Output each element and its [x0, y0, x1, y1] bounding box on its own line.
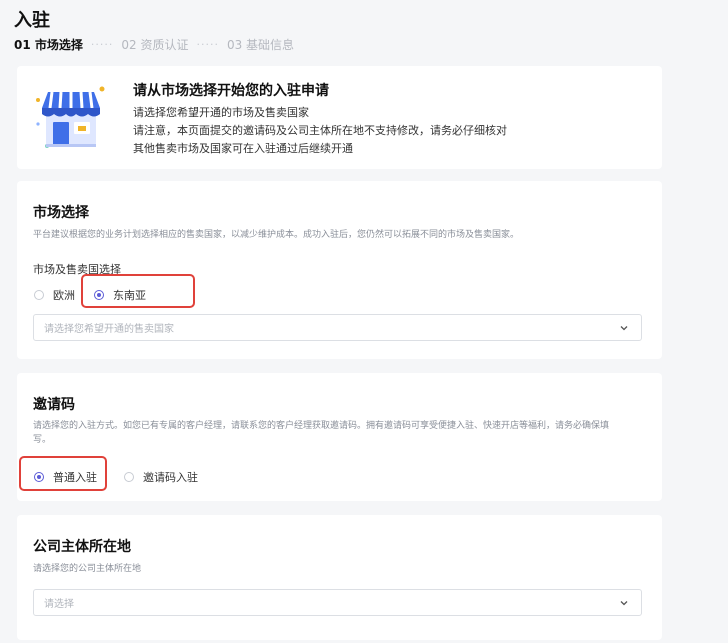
radio-europe[interactable]: 欧洲 — [34, 287, 75, 303]
invite-section-title: 邀请码 — [33, 397, 75, 413]
intro-line: 请选择您希望开通的市场及售卖国家 — [133, 106, 309, 119]
country-select-placeholder: 请选择您希望开通的售卖国家 — [44, 324, 174, 335]
company-section-title: 公司主体所在地 — [33, 539, 131, 555]
company-location-select[interactable]: 请选择 — [33, 589, 642, 616]
market-selection-card: 市场选择 平台建议根据您的业务计划选择相应的售卖国家，以减少维护成本。成功入驻后… — [17, 181, 662, 359]
highlight-box — [81, 274, 195, 308]
market-section-desc: 平台建议根据您的业务计划选择相应的售卖国家，以减少维护成本。成功入驻后，您仍然可… — [33, 230, 520, 240]
radio-invite-entry[interactable]: 邀请码入驻 — [124, 469, 198, 485]
invite-code-card: 邀请码 请选择您的入驻方式。如您已有专属的客户经理，请联系您的客户经理获取邀请码… — [17, 373, 662, 501]
intro-line: 其他售卖市场及国家可在入驻通过后继续开通 — [133, 142, 353, 155]
step-indicator: 01 市场选择 ····· 02 资质认证 ····· 03 基础信息 — [14, 36, 294, 53]
market-section-title: 市场选择 — [33, 205, 89, 221]
step-basic-info[interactable]: 03 基础信息 — [227, 36, 294, 53]
step-separator: ····· — [90, 38, 114, 51]
company-location-card: 公司主体所在地 请选择您的公司主体所在地 请选择 — [17, 515, 662, 640]
highlight-box — [19, 456, 107, 491]
chevron-down-icon — [620, 600, 628, 605]
radio-circle-icon — [34, 290, 44, 300]
chevron-down-icon — [620, 325, 628, 330]
radio-label: 邀请码入驻 — [143, 471, 198, 484]
step-qualification[interactable]: 02 资质认证 — [121, 36, 188, 53]
radio-circle-icon — [124, 472, 134, 482]
intro-line: 请注意，本页面提交的邀请码及公司主体所在地不支持修改，请务必仔细核对 — [133, 124, 507, 137]
invite-section-desc: 写。 — [33, 435, 52, 445]
company-section-desc: 请选择您的公司主体所在地 — [33, 564, 142, 574]
step-market[interactable]: 01 市场选择 — [14, 36, 83, 53]
intro-card: 请从市场选择开始您的入驻申请 请选择您希望开通的市场及售卖国家 请注意，本页面提… — [17, 66, 662, 169]
step-separator: ····· — [196, 38, 219, 51]
invite-section-desc: 请选择您的入驻方式。如您已有专属的客户经理，请联系您的客户经理获取邀请码。拥有邀… — [33, 421, 610, 431]
radio-label: 欧洲 — [53, 289, 75, 302]
country-select[interactable]: 请选择您希望开通的售卖国家 — [33, 314, 642, 341]
intro-title: 请从市场选择开始您的入驻申请 — [133, 83, 329, 99]
page-title: 入驻 — [14, 10, 50, 31]
company-select-placeholder: 请选择 — [44, 599, 74, 610]
storefront-illustration-icon — [36, 86, 105, 148]
